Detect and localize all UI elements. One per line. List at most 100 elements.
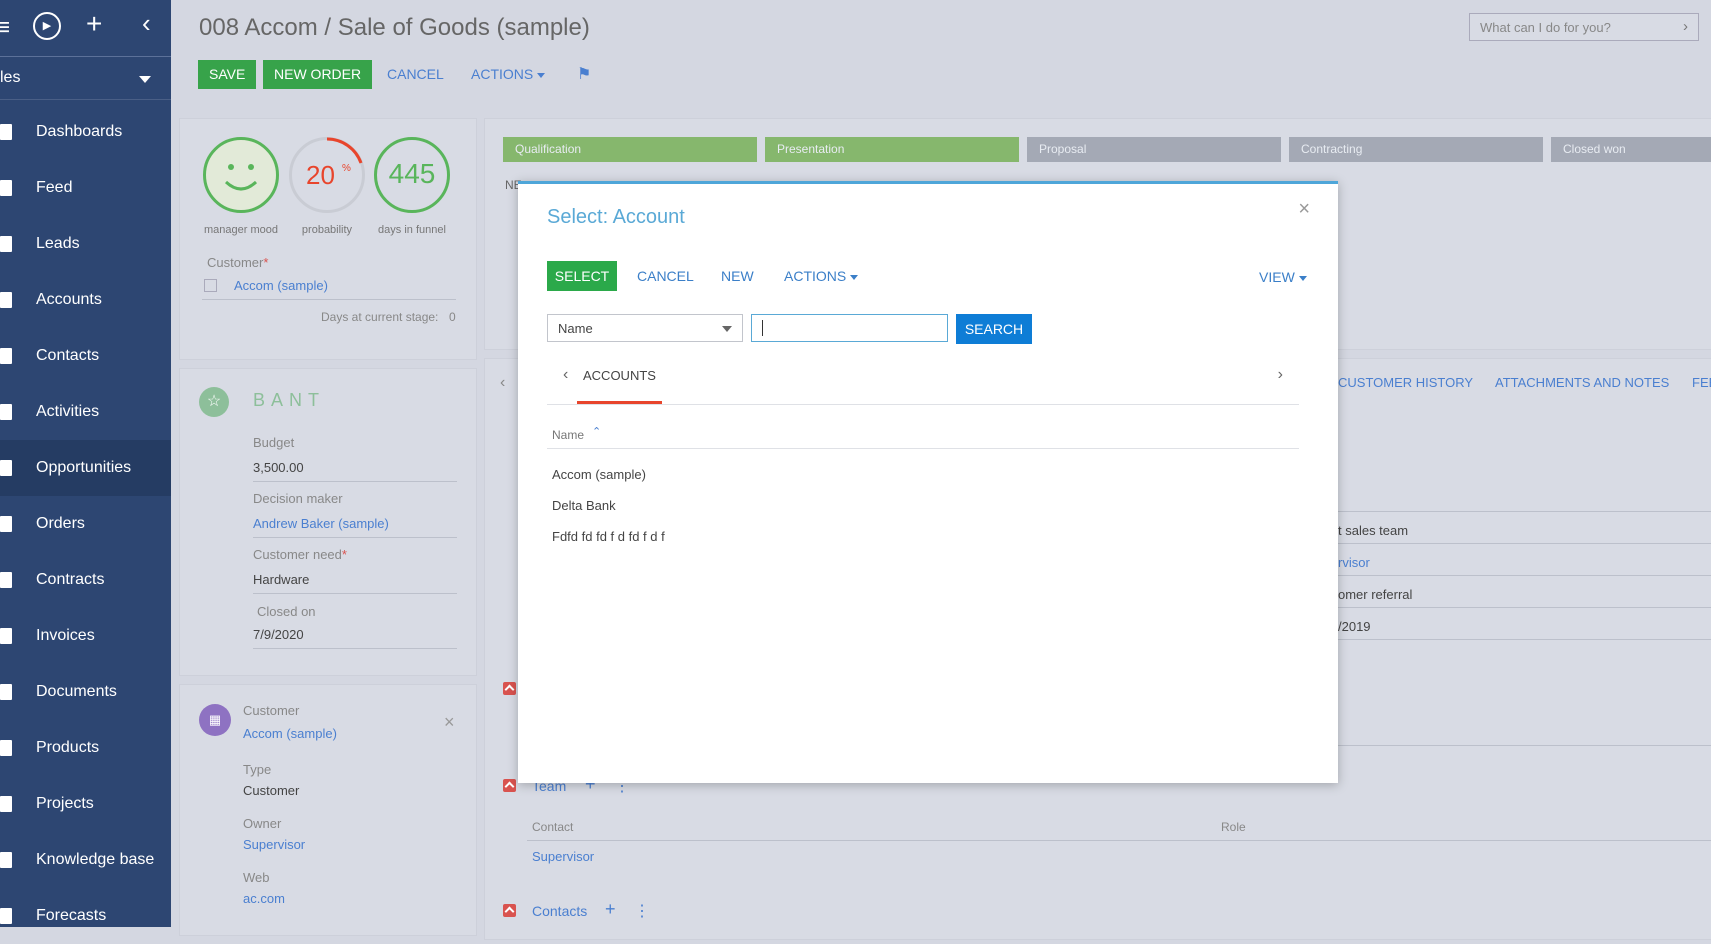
probability-gauge: 20 %: [289, 137, 365, 213]
sidebar-item-leads[interactable]: Leads: [0, 216, 171, 272]
stage-closed-won[interactable]: Closed won: [1551, 137, 1711, 162]
collapse-section-icon[interactable]: [503, 682, 516, 695]
orders-icon: [0, 516, 12, 532]
stage-presentation[interactable]: Presentation: [765, 137, 1019, 162]
sidebar-item-orders[interactable]: Orders: [0, 496, 171, 552]
plus-icon[interactable]: +: [86, 8, 102, 40]
card-customer-link[interactable]: Accom (sample): [243, 726, 337, 741]
dialog-new-button[interactable]: NEW: [721, 268, 754, 284]
sidebar-item-feed[interactable]: Feed: [0, 160, 171, 216]
mood-caption: manager mood: [204, 224, 278, 236]
stage-qualification[interactable]: Qualification: [503, 137, 757, 162]
dialog-actions-button[interactable]: ACTIONS: [784, 268, 859, 284]
search-column-value: Name: [558, 321, 593, 336]
select-button[interactable]: SELECT: [547, 261, 617, 291]
cancel-button[interactable]: CANCEL: [387, 60, 444, 89]
sidebar-item-accounts[interactable]: Accounts: [0, 272, 171, 328]
decision-maker-label: Decision maker: [253, 491, 343, 506]
workplace-selector[interactable]: les: [0, 57, 171, 100]
projects-icon: [0, 796, 12, 812]
web-label: Web: [243, 870, 270, 885]
customer-link[interactable]: Accom (sample): [234, 278, 328, 293]
field-partial-1: t sales team: [1338, 523, 1409, 538]
command-search-input[interactable]: What can I do for you? ›: [1469, 13, 1699, 41]
play-icon[interactable]: ▶: [33, 12, 61, 40]
closed-on-value[interactable]: 7/9/2020: [253, 627, 304, 642]
save-button[interactable]: SAVE: [198, 60, 257, 89]
close-icon[interactable]: ×: [444, 712, 455, 733]
list-item[interactable]: Accom (sample): [552, 467, 646, 482]
tab-feed[interactable]: FEE: [1692, 375, 1711, 390]
chevron-left-icon[interactable]: ‹: [500, 374, 505, 392]
contacts-menu-icon[interactable]: ⋮: [634, 901, 650, 921]
sidebar-item-opportunities[interactable]: Opportunities: [0, 440, 171, 496]
web-link[interactable]: ac.com: [243, 891, 285, 906]
tab-attachments-notes[interactable]: ATTACHMENTS AND NOTES: [1495, 375, 1669, 390]
dialog-cancel-button[interactable]: CANCEL: [637, 268, 694, 284]
chevron-down-icon: [850, 274, 859, 280]
card-customer-label: Customer: [243, 703, 300, 718]
divider: [527, 840, 1711, 841]
sidebar-toolbar: ≡ ▶ + ‹: [0, 0, 171, 57]
grid-header: Name ⌃: [547, 420, 1299, 449]
new-order-button[interactable]: NEW ORDER: [263, 60, 373, 89]
account-icon: ▦: [199, 704, 231, 736]
star-icon: ☆: [199, 387, 229, 417]
sidebar-item-invoices[interactable]: Invoices: [0, 608, 171, 664]
list-item[interactable]: Fdfd fd fd f d fd f d f: [552, 529, 665, 544]
collapse-team-icon[interactable]: [503, 779, 516, 792]
chevron-left-icon[interactable]: ‹: [563, 366, 568, 384]
type-value: Customer: [243, 783, 300, 798]
stage-proposal[interactable]: Proposal: [1027, 137, 1281, 162]
sidebar-item-activities[interactable]: Activities: [0, 384, 171, 440]
collapse-contacts-icon[interactable]: [503, 904, 516, 917]
tab-accounts[interactable]: ACCOUNTS: [577, 364, 662, 404]
chevron-right-icon[interactable]: ›: [1278, 366, 1283, 384]
sidebar-item-contracts[interactable]: Contracts: [0, 552, 171, 608]
sidebar-item-forecasts[interactable]: Forecasts: [0, 888, 171, 944]
budget-label: Budget: [253, 435, 295, 450]
actions-button[interactable]: ACTIONS: [471, 60, 546, 89]
sidebar-item-projects[interactable]: Projects: [0, 776, 171, 832]
owner-link[interactable]: Supervisor: [243, 837, 305, 852]
contracts-icon: [0, 572, 12, 588]
decision-maker-link[interactable]: Andrew Baker (sample): [253, 516, 389, 531]
sidebar: ≡ ▶ + ‹ les Dashboards Feed Leads Accoun…: [0, 0, 171, 927]
required-mark: *: [341, 547, 347, 562]
sidebar-item-contacts[interactable]: Contacts: [0, 328, 171, 384]
type-label: Type: [243, 762, 272, 777]
summary-panel: manager mood 20 % probability 445 days i…: [179, 118, 477, 360]
tag-icon[interactable]: ⚑: [577, 60, 591, 89]
team-role-header[interactable]: Role: [1221, 820, 1246, 834]
smile-icon: [224, 164, 258, 191]
add-contact-icon[interactable]: +: [605, 899, 616, 920]
dialog-view-button[interactable]: VIEW: [1259, 269, 1307, 285]
search-column-select[interactable]: Name: [547, 314, 743, 342]
sidebar-item-knowledge-base[interactable]: Knowledge base: [0, 832, 171, 888]
stage-contracting[interactable]: Contracting: [1289, 137, 1543, 162]
actions-label: ACTIONS: [471, 66, 534, 82]
sidebar-item-documents[interactable]: Documents: [0, 664, 171, 720]
search-button[interactable]: SEARCH: [956, 314, 1032, 344]
divider: [1338, 639, 1711, 640]
contacts-section-title[interactable]: Contacts: [532, 903, 587, 919]
dialog-tabbar: ‹ ACCOUNTS ›: [547, 364, 1299, 405]
team-contact-header[interactable]: Contact: [532, 820, 573, 834]
close-icon[interactable]: ×: [1298, 198, 1310, 221]
tab-customer-history[interactable]: CUSTOMER HISTORY: [1338, 375, 1473, 390]
menu-icon[interactable]: ≡: [0, 14, 10, 42]
sidebar-item-dashboards[interactable]: Dashboards: [0, 104, 171, 160]
sidebar-item-products[interactable]: Products: [0, 720, 171, 776]
budget-value[interactable]: 3,500.00: [253, 460, 304, 475]
products-icon: [0, 740, 12, 756]
collapse-icon[interactable]: ‹: [142, 8, 151, 39]
search-input[interactable]: [751, 314, 948, 342]
knowledge-base-icon: [0, 852, 12, 868]
customer-need-value[interactable]: Hardware: [253, 572, 309, 587]
team-row-contact[interactable]: Supervisor: [532, 849, 594, 864]
list-item[interactable]: Delta Bank: [552, 498, 616, 513]
name-column-header[interactable]: Name: [552, 428, 584, 442]
field-partial-2[interactable]: rvisor: [1338, 555, 1370, 570]
sort-asc-icon[interactable]: ⌃: [592, 425, 601, 438]
required-mark: *: [263, 255, 269, 270]
